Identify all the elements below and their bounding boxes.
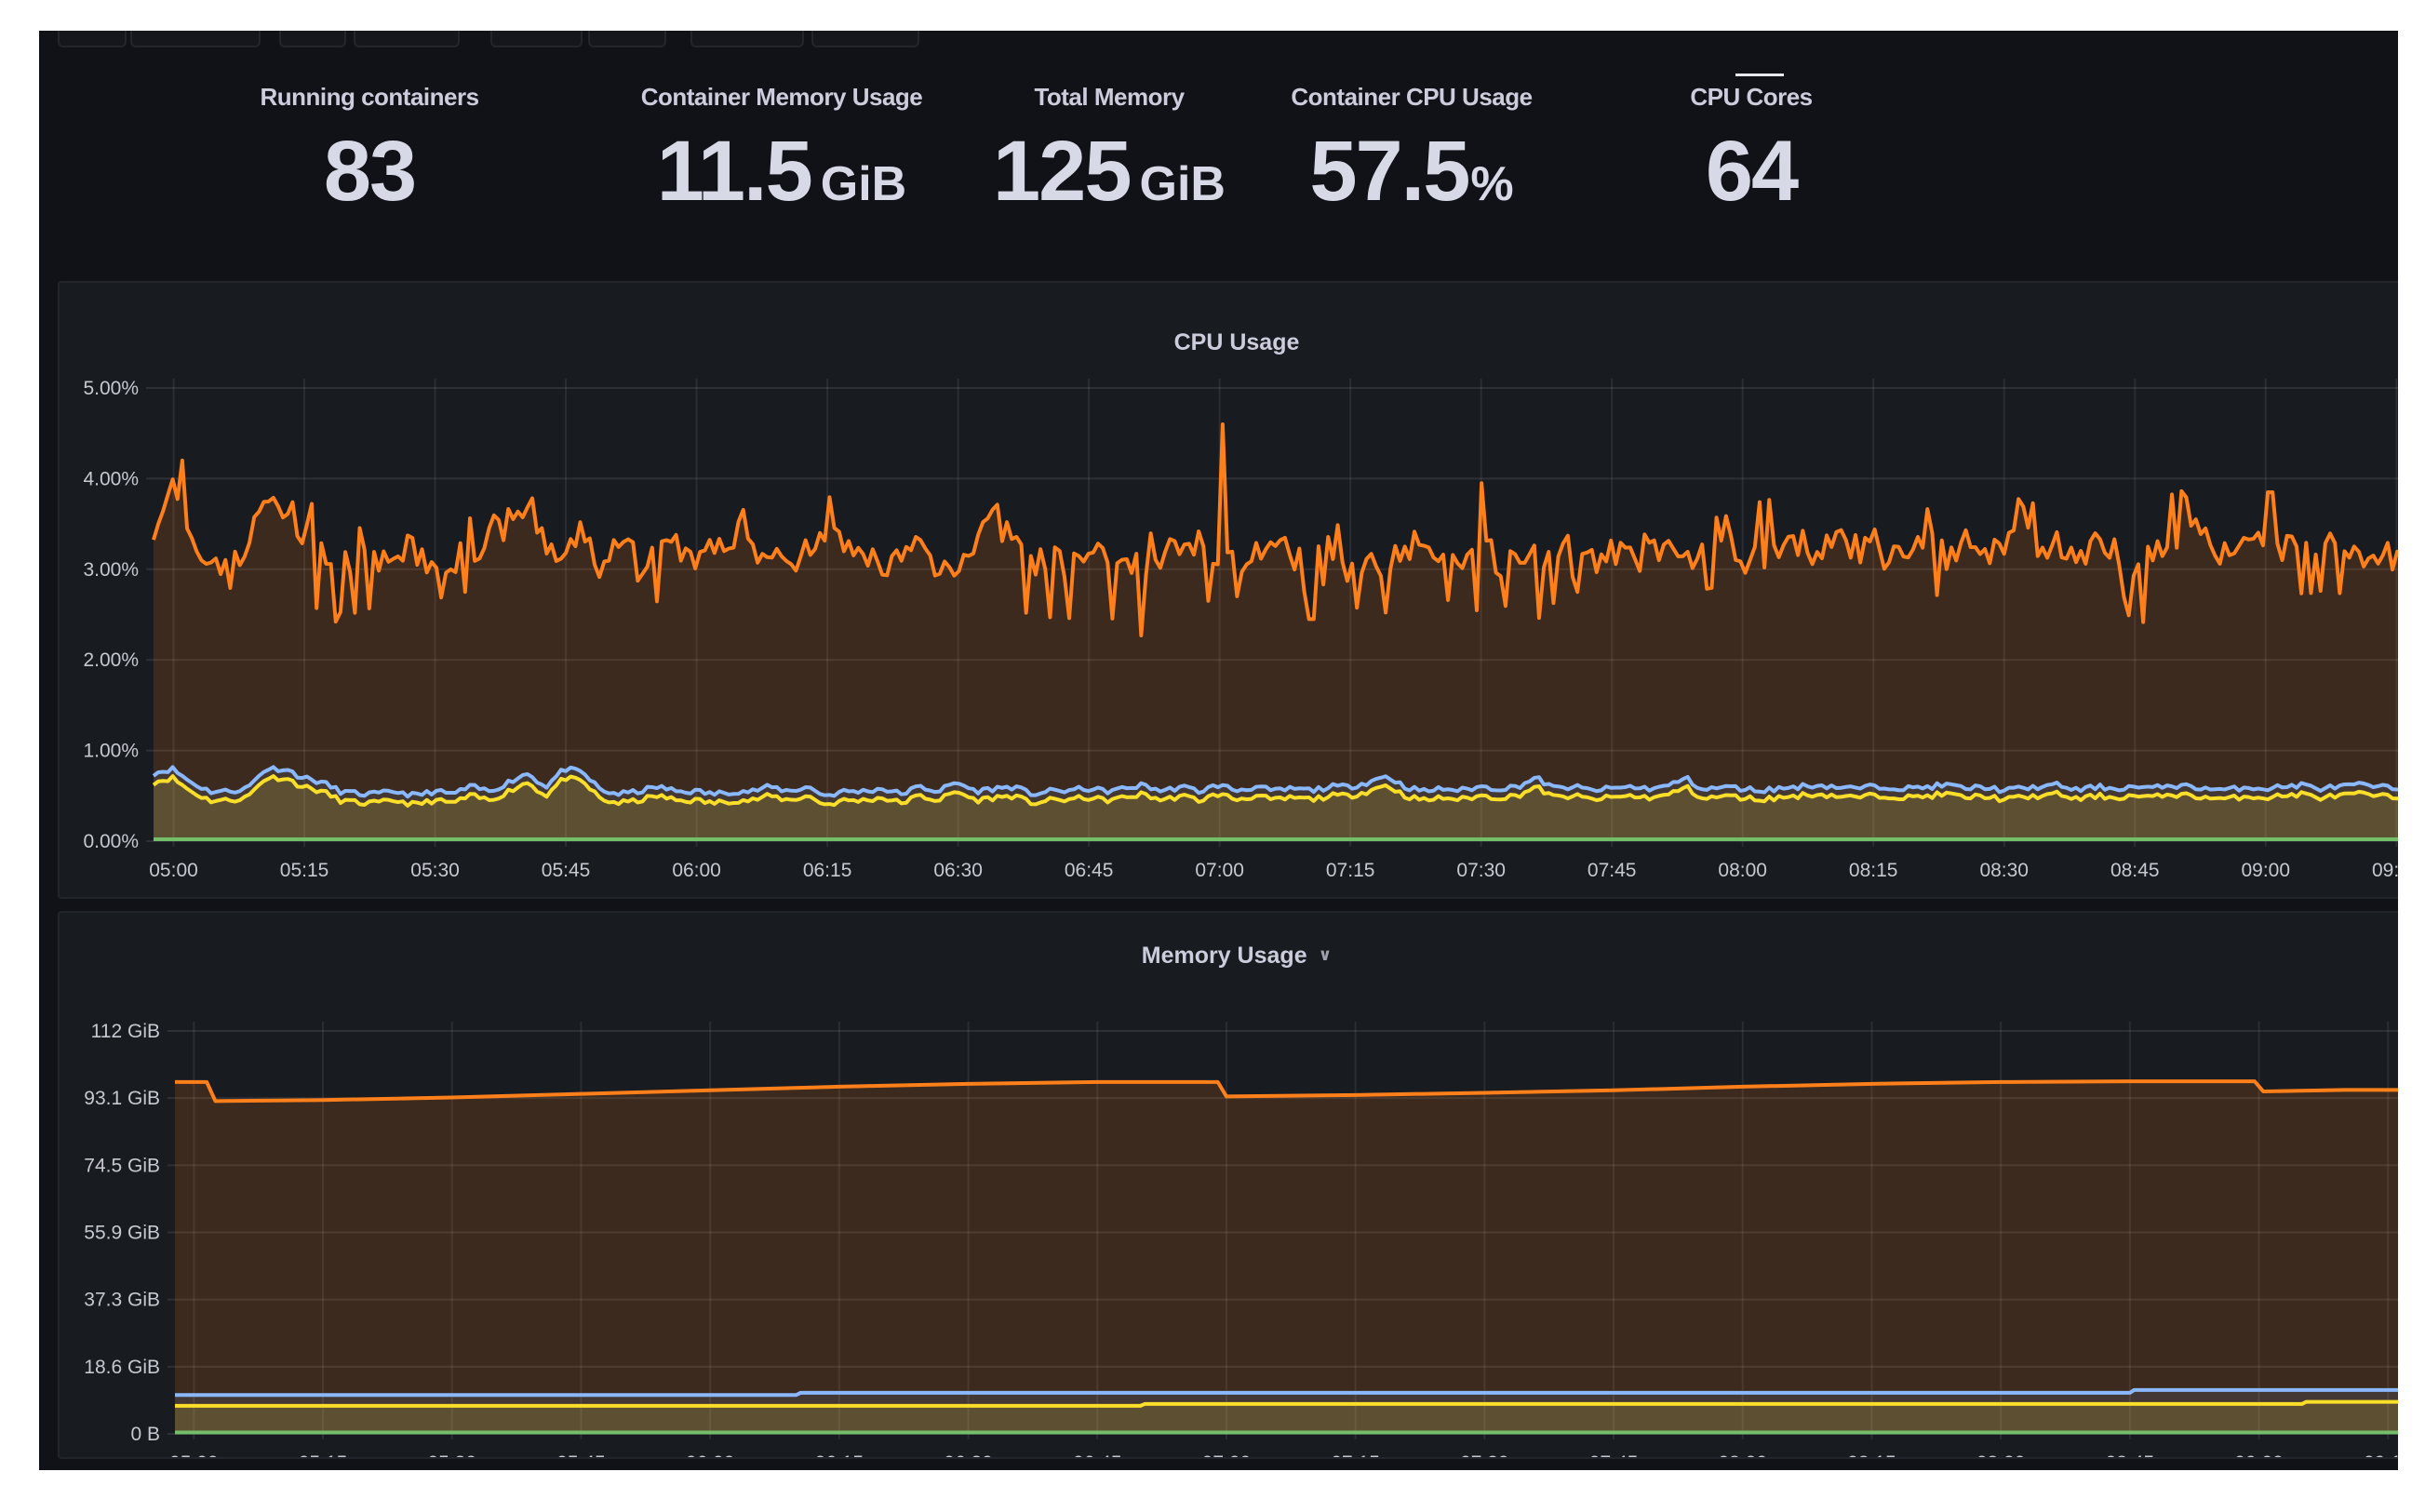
- y-tick-label: 18.6 GiB: [84, 1357, 160, 1378]
- x-tick-label: 08:15: [1847, 1452, 1896, 1457]
- toolbar-button[interactable]: [811, 31, 919, 47]
- toolbar-button[interactable]: [490, 31, 583, 47]
- stat-label: Container Memory Usage: [640, 83, 923, 111]
- toolbar-button[interactable]: [279, 31, 346, 47]
- stat-unit: GiB: [1139, 157, 1226, 211]
- stat-value: 83: [234, 128, 504, 214]
- x-tick-label: 05:15: [299, 1452, 348, 1457]
- y-tick-label: 0 B: [130, 1424, 160, 1445]
- x-tick-label: 06:45: [1065, 860, 1114, 881]
- series-area-orange: [154, 423, 2398, 841]
- x-tick-label: 06:30: [944, 1452, 993, 1457]
- toolbar-button[interactable]: [130, 31, 261, 47]
- y-tick-label: 3.00%: [83, 559, 139, 581]
- memory-usage-chart[interactable]: 0 B 18.6 GiB 37.3 GiB 55.9 GiB 74.5 GiB 93.1 …: [60, 913, 2398, 1457]
- x-tick-label: 09:15: [2372, 860, 2398, 881]
- toolbar-button[interactable]: [690, 31, 804, 47]
- x-tick-label: 09:00: [2241, 860, 2290, 881]
- stat-value: 125 GiB: [970, 128, 1249, 214]
- x-tick-label: 06:00: [686, 1452, 735, 1457]
- cpu-usage-panel[interactable]: CPU Usage 0.00% 1.00% 2.00% 3.00% 4.00% 5.00%…: [58, 281, 2398, 899]
- x-tick-label: 06:45: [1073, 1452, 1122, 1457]
- y-tick-label: 1.00%: [83, 741, 139, 762]
- stat-value: 57.5%: [1258, 128, 1565, 214]
- x-tick-label: 05:45: [556, 1452, 606, 1457]
- x-tick-label: 06:15: [803, 860, 852, 881]
- stat-value: 11.5 GiB: [596, 128, 968, 214]
- cpu-usage-chart[interactable]: 0.00% 1.00% 2.00% 3.00% 4.00% 5.00% 05:00 05:15…: [60, 283, 2398, 897]
- stat-cpu-cores: CPU Cores 64: [1621, 83, 1882, 214]
- toolbar-button[interactable]: [354, 31, 460, 47]
- stat-label: Total Memory: [1034, 83, 1185, 111]
- x-tick-label: 08:00: [1718, 860, 1767, 881]
- x-tick-label: 05:00: [169, 1452, 219, 1457]
- x-tick-label: 05:00: [149, 860, 198, 881]
- stat-container-cpu-usage: Container CPU Usage 57.5%: [1258, 83, 1565, 214]
- y-tick-label: 55.9 GiB: [84, 1223, 160, 1244]
- stat-number: 11.5: [656, 124, 813, 219]
- x-tick-label: 08:30: [1979, 860, 2029, 881]
- x-tick-label: 07:30: [1460, 1452, 1509, 1457]
- x-tick-label: 09:00: [2234, 1452, 2284, 1457]
- stat-label: CPU Cores: [1690, 83, 1813, 111]
- x-tick-label: 05:30: [427, 1452, 476, 1457]
- y-tick-label: 93.1 GiB: [84, 1088, 160, 1109]
- x-tick-label: 08:00: [1718, 1452, 1767, 1457]
- x-tick-label: 09:15: [2364, 1452, 2398, 1457]
- x-tick-label: 07:45: [1588, 860, 1637, 881]
- x-tick-label: 06:15: [815, 1452, 864, 1457]
- y-tick-label: 5.00%: [83, 378, 139, 399]
- focus-indicator: [1735, 74, 1784, 76]
- x-tick-label: 05:15: [280, 860, 329, 881]
- stat-number: 125: [993, 124, 1132, 219]
- stat-unit: GiB: [820, 157, 907, 211]
- x-tick-label: 08:45: [2110, 860, 2160, 881]
- stat-number: 57.5: [1309, 124, 1470, 219]
- y-tick-label: 112 GiB: [91, 1021, 160, 1042]
- toolbar-button[interactable]: [588, 31, 666, 47]
- x-tick-label: 07:15: [1326, 860, 1375, 881]
- stat-total-memory: Total Memory 125 GiB: [970, 83, 1249, 214]
- x-tick-label: 05:30: [410, 860, 460, 881]
- x-tick-label: 07:00: [1195, 860, 1244, 881]
- stat-value: 64: [1621, 128, 1882, 214]
- stat-number: 64: [1705, 124, 1799, 219]
- stat-running-containers: Running containers 83: [234, 83, 504, 214]
- stat-number: 83: [323, 124, 417, 219]
- x-tick-label: 06:30: [933, 860, 983, 881]
- x-tick-label: 05:45: [542, 860, 591, 881]
- y-tick-label: 74.5 GiB: [84, 1155, 160, 1176]
- y-tick-label: 2.00%: [83, 649, 139, 671]
- memory-usage-panel[interactable]: Memory Usage ∨ 0 B 18.6 GiB 37.3 GiB 55.9 Gi…: [58, 911, 2398, 1459]
- y-tick-label: 37.3 GiB: [84, 1290, 160, 1311]
- x-tick-label: 06:00: [672, 860, 721, 881]
- x-tick-label: 08:15: [1849, 860, 1898, 881]
- x-tick-label: 07:00: [1202, 1452, 1252, 1457]
- stat-label: Running containers: [260, 83, 479, 111]
- y-tick-label: 0.00%: [83, 831, 139, 852]
- x-tick-label: 07:45: [1589, 1452, 1639, 1457]
- x-tick-label: 07:30: [1456, 860, 1506, 881]
- stat-label: Container CPU Usage: [1291, 83, 1533, 111]
- stat-container-memory-usage: Container Memory Usage 11.5 GiB: [596, 83, 968, 214]
- dashboard: Running containers 83 Container Memory U…: [39, 31, 2398, 1470]
- y-tick-label: 4.00%: [83, 468, 139, 489]
- toolbar-button[interactable]: [58, 31, 127, 47]
- x-tick-label: 08:45: [2106, 1452, 2155, 1457]
- x-tick-label: 07:15: [1331, 1452, 1380, 1457]
- series-area-orange: [175, 1081, 2398, 1434]
- stat-unit: %: [1470, 157, 1514, 211]
- x-tick-label: 08:30: [1976, 1452, 2026, 1457]
